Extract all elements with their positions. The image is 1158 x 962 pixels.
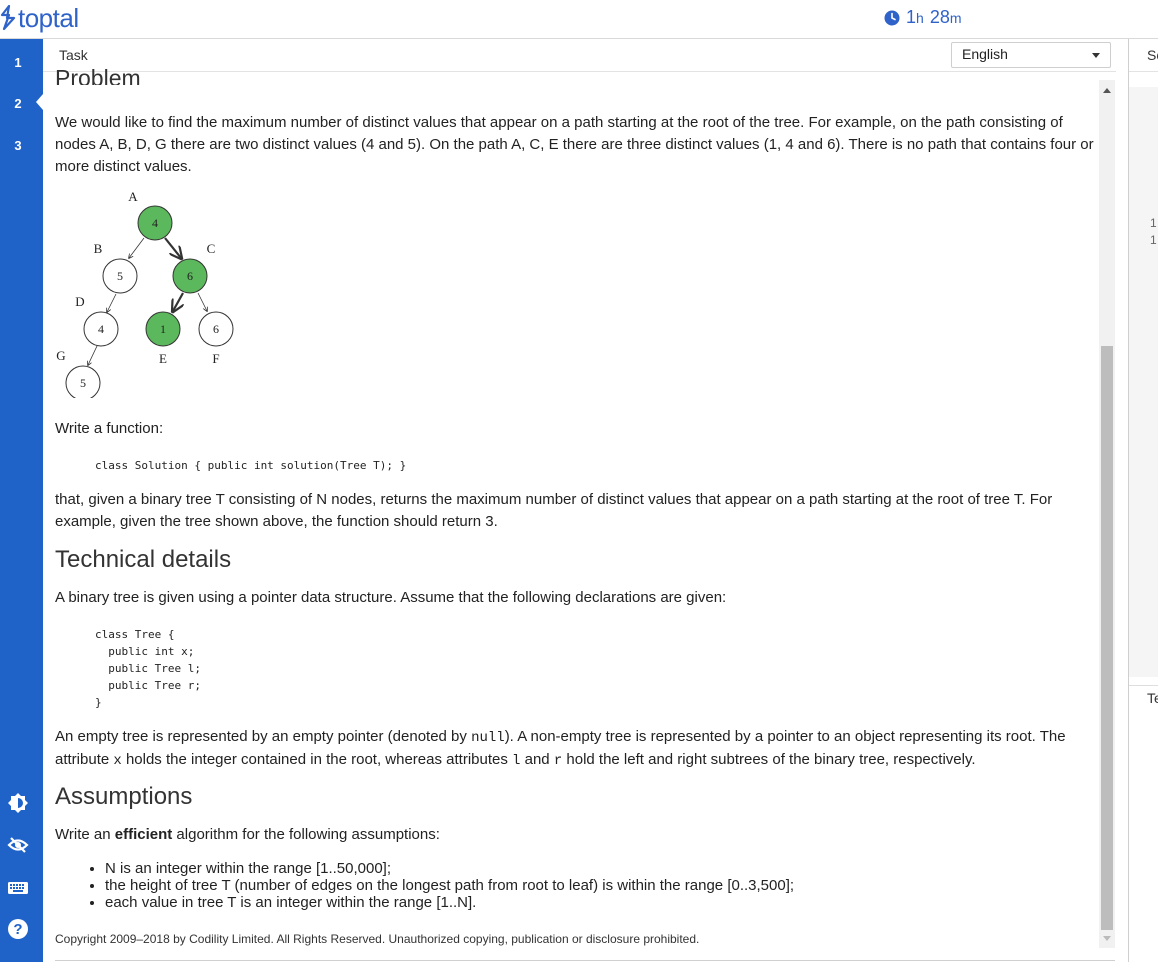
empty-tree-description: An empty tree is represented by an empty… [55, 726, 1100, 772]
tree-node-d-value: 4 [98, 322, 104, 336]
edge-a-c [164, 237, 181, 258]
tree-node-f-value: 6 [213, 322, 219, 336]
nav-task-1[interactable]: 1 [0, 55, 36, 70]
write-function-label: Write a function: [55, 420, 164, 437]
edge-c-e [173, 292, 183, 311]
keyboard-icon[interactable] [7, 876, 29, 898]
language-select-value: English [962, 46, 1008, 62]
list-item: the height of tree T (number of edges on… [105, 877, 794, 894]
scroll-up-arrow-icon[interactable] [1103, 88, 1111, 93]
tree-node-c-label: C [207, 241, 216, 256]
svg-text:?: ? [13, 921, 22, 938]
nav-task-2[interactable]: 2 [0, 94, 43, 111]
technical-intro: A binary tree is given using a pointer d… [55, 589, 727, 606]
tab-solution-label: Sc [1147, 47, 1158, 63]
efficient-emphasis: efficient [114, 826, 173, 843]
text-fragment: Write an [55, 826, 115, 843]
edge-a-b [129, 237, 145, 258]
assumptions-heading: Assumptions [55, 783, 193, 810]
problem-heading: Problem [55, 65, 141, 85]
solution-signature: class Solution { public int solution(Tre… [95, 459, 407, 472]
tree-node-b-label: B [94, 241, 103, 256]
clock-icon [884, 10, 900, 25]
returns-description: that, given a binary tree T consisting o… [55, 491, 1053, 530]
tab-test-cases[interactable]: Te [1147, 690, 1158, 706]
tree-diagram: 4 A 5 B 6 C 4 D 1 E 6 F 5 G [56, 189, 234, 398]
tree-node-a-value: 4 [152, 216, 158, 230]
tree-node-f-label: F [212, 351, 219, 366]
edge-c-f [197, 292, 207, 311]
timer-minutes: 28 [929, 7, 950, 27]
brightness-icon[interactable] [7, 792, 29, 814]
toptal-diamond-icon [0, 5, 16, 31]
tree-node-c-value: 6 [187, 269, 193, 283]
timer-hours: 1 [906, 7, 917, 27]
tree-node-e-label: E [159, 351, 167, 366]
edge-d-g [88, 345, 98, 365]
edge-b-d [107, 293, 117, 312]
text-fragment: algorithm for the following assumptions: [172, 826, 440, 843]
chevron-down-icon [1092, 53, 1100, 58]
assumptions-list: N is an integer within the range [1..50,… [55, 860, 794, 911]
tree-node-g-label: G [56, 348, 65, 363]
solution-panel: Sc 1 1 Te [1129, 39, 1158, 962]
code-r: r [553, 753, 563, 769]
tree-edges [88, 237, 207, 365]
editor-line-number: 1 [1150, 216, 1157, 230]
divider [1129, 685, 1158, 686]
tree-node-e-value: 1 [160, 322, 166, 336]
toptal-logo[interactable]: toptal [0, 2, 79, 34]
timer-minutes-unit: m [949, 9, 962, 26]
tree-node-a-label: A [128, 189, 138, 204]
task-navigation: 1 2 3 ? [0, 39, 43, 962]
tab-solution[interactable]: Sc [1129, 39, 1158, 72]
editor-line-number: 1 [1150, 233, 1157, 247]
text-fragment: holds the integer contained in the root,… [121, 751, 513, 768]
task-panel-header: Task English [43, 39, 1116, 72]
tree-class-code: class Tree { public int x; public Tree l… [95, 628, 201, 709]
scroll-down-arrow-icon[interactable] [1103, 936, 1111, 941]
assumptions-intro: Write an efficient algorithm for the fol… [55, 824, 1100, 846]
eye-icon[interactable] [7, 834, 29, 856]
timer-hours-unit: h [916, 9, 924, 26]
problem-intro: We would like to find the maximum number… [55, 114, 1094, 175]
timer: 1h 28 m [884, 7, 962, 28]
copyright-notice: Copyright 2009–2018 by Codility Limited.… [55, 932, 700, 946]
code-null: null [471, 730, 505, 746]
text-fragment: hold the left and right subtrees of the … [562, 751, 976, 768]
language-select[interactable]: English [951, 42, 1111, 68]
list-item: N is an integer within the range [1..50,… [105, 860, 794, 877]
tree-node-b-value: 5 [117, 269, 123, 283]
list-item: each value in tree T is an integer withi… [105, 894, 794, 911]
top-bar: toptal 1h 28 m [0, 0, 1158, 39]
tree-node-g-value: 5 [80, 376, 86, 390]
help-icon[interactable]: ? [7, 918, 29, 940]
scrollbar-thumb[interactable] [1101, 346, 1113, 930]
tree-node-d-label: D [75, 294, 84, 309]
text-fragment: An empty tree is represented by an empty… [55, 728, 472, 745]
brand-name: toptal [18, 2, 79, 33]
tab-task[interactable]: Task [59, 47, 88, 63]
technical-details-heading: Technical details [55, 546, 232, 573]
code-editor[interactable] [1129, 87, 1158, 677]
divider [55, 960, 1115, 961]
text-fragment: and [520, 751, 554, 768]
code-x: x [113, 753, 122, 769]
nav-task-3[interactable]: 3 [0, 138, 36, 153]
